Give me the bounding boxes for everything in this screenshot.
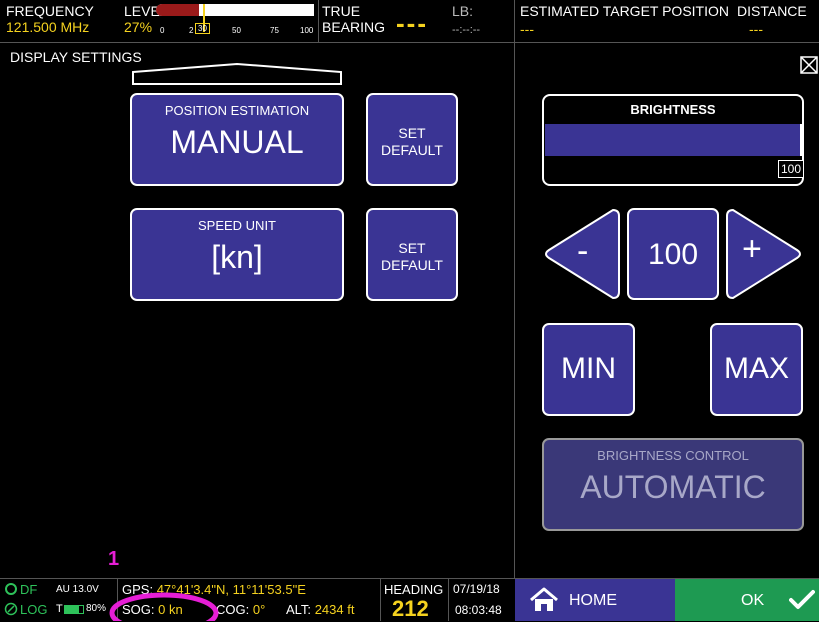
scale-tick: 100 [300, 26, 314, 35]
brightness-label: BRIGHTNESS [630, 102, 716, 117]
set-default-label: SET DEFAULT [381, 125, 443, 158]
satellite-icon [5, 583, 17, 595]
frequency-value: 121.500 MHz [6, 19, 90, 35]
level-meter-fill [156, 4, 199, 16]
scale-tick: 2 [189, 26, 194, 35]
home-label: HOME [569, 592, 617, 609]
scale-tick: 0 [160, 26, 165, 35]
brightness-control-value: AUTOMATIC [580, 469, 766, 505]
bearing-label: BEARING [322, 19, 386, 35]
alt-label: ALT: [286, 602, 312, 617]
decrease-label: - [577, 232, 589, 270]
max-button[interactable]: MAX [710, 323, 803, 416]
alt-value: 2434 ft [314, 602, 355, 617]
brightness-value: 100 [647, 238, 699, 271]
distance-value: --- [749, 21, 763, 37]
time-value: 08:03:48 [455, 603, 502, 617]
ok-label: OK [741, 592, 765, 609]
cog-label: COG: [216, 602, 250, 617]
lb-label: LB: [452, 3, 474, 19]
target-position-value: --- [520, 21, 534, 37]
speed-unit-value: [kn] [211, 239, 263, 275]
increase-label: + [742, 230, 762, 268]
brightness-control-button[interactable]: BRIGHTNESS CONTROL AUTOMATIC [542, 438, 804, 531]
brightness-readout: 100 [777, 160, 804, 178]
set-default-button[interactable]: SET DEFAULT [366, 93, 458, 186]
increase-button[interactable]: + [725, 208, 805, 300]
annotation-highlight [109, 592, 219, 621]
brightness-bar[interactable] [545, 124, 802, 156]
panel-divider [514, 42, 515, 579]
distance-label: DISTANCE [737, 3, 807, 19]
min-label: MIN [561, 352, 616, 385]
date-value: 07/19/18 [453, 582, 500, 596]
heading-label: HEADING [384, 582, 444, 597]
scroll-up-indicator[interactable] [130, 62, 344, 86]
home-button[interactable]: HOME [515, 579, 675, 621]
compass-icon [4, 602, 18, 616]
lb-value: --:--:-- [452, 24, 481, 36]
close-icon[interactable] [800, 56, 818, 74]
alt-readout: ALT: 2434 ft [286, 602, 354, 617]
df-label: DF [20, 582, 38, 597]
brightness-control-label: BRIGHTNESS CONTROL [597, 448, 749, 463]
home-icon [530, 587, 558, 611]
scale-tick-selected: 30 [195, 23, 210, 34]
bearing-value: --- [396, 8, 428, 38]
heading-value: 212 [392, 596, 429, 621]
level-value: 27% [124, 19, 153, 35]
position-estimation-button[interactable]: POSITION ESTIMATION MANUAL [130, 93, 344, 186]
au-voltage: AU 13.0V [56, 584, 99, 595]
decrease-button[interactable]: - [541, 208, 621, 300]
set-default-button[interactable]: SET DEFAULT [366, 208, 458, 301]
level-meter: 0 2 30 50 75 100 [156, 4, 316, 40]
page-title: DISPLAY SETTINGS [10, 49, 142, 65]
ok-button[interactable]: OK [675, 579, 819, 621]
position-estimation-label: POSITION ESTIMATION [164, 103, 310, 118]
log-label: LOG [20, 602, 48, 617]
checkmark-icon [789, 590, 815, 609]
cog-readout: COG: 0° [216, 602, 265, 617]
min-button[interactable]: MIN [542, 323, 635, 416]
brightness-panel: BRIGHTNESS 100 [542, 94, 804, 186]
max-label: MAX [723, 352, 789, 385]
position-estimation-value: MANUAL [170, 124, 304, 160]
t-label: T [56, 603, 63, 615]
annotation-number: 1 [108, 548, 120, 570]
cog-value: 0° [252, 602, 266, 617]
frequency-label: FREQUENCY [6, 3, 94, 19]
battery-icon [64, 605, 84, 614]
battery-value: 80% [86, 603, 107, 614]
target-position-label: ESTIMATED TARGET POSITION [520, 3, 729, 19]
speed-unit-label: SPEED UNIT [197, 218, 276, 233]
speed-unit-button[interactable]: SPEED UNIT [kn] [130, 208, 344, 301]
brightness-value-display: 100 [627, 208, 719, 300]
scale-tick: 50 [232, 26, 241, 35]
scale-tick: 75 [270, 26, 279, 35]
set-default-label: SET DEFAULT [381, 240, 443, 273]
top-status-bar: FREQUENCY 121.500 MHz LEVEL 27% 0 2 30 5… [0, 0, 819, 42]
true-label: TRUE [322, 3, 361, 19]
